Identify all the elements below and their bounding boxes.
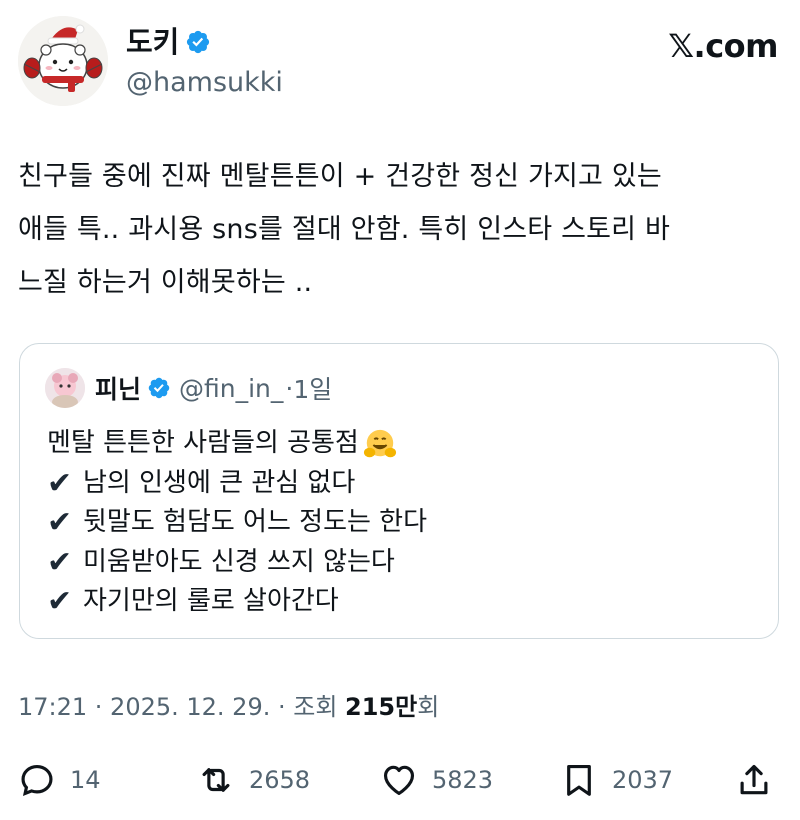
comment-icon <box>21 764 53 796</box>
character-avatar-icon <box>45 368 85 408</box>
author-display-name[interactable]: 도키 <box>126 24 179 60</box>
quote-item-text: 뒷말도 험담도 어느 정도는 한다 <box>83 507 428 537</box>
like-button[interactable]: 5823 <box>380 755 493 805</box>
quote-title-line: 멘탈 튼튼한 사람들의 공통점 <box>47 424 767 464</box>
quote-display-name[interactable]: 피닌 <box>95 370 141 406</box>
quote-body: 멘탈 튼튼한 사람들의 공통점 ✔ 남의 인생에 큰 관심 없다 ✔ 뒷말도 험… <box>47 424 767 622</box>
quote-header: 피닌 @fin_in_ · 1일 <box>95 368 332 408</box>
share-icon <box>740 764 768 795</box>
verified-badge-icon <box>187 30 210 54</box>
tweet-timestamp[interactable]: 17:21 · 2025. 12. 29. · 조회 <box>18 693 345 721</box>
quote-list-item: ✔ 미움받아도 신경 쓰지 않는다 <box>47 543 767 583</box>
checkmark-icon: ✔ <box>47 505 73 540</box>
tweet-metadata: 17:21 · 2025. 12. 29. · 조회 215만회 <box>18 690 439 724</box>
quote-list-item: ✔ 남의 인생에 큰 관심 없다 <box>47 464 767 504</box>
quote-item-text: 미움받아도 신경 쓰지 않는다 <box>83 546 395 577</box>
quote-timestamp[interactable]: 1일 <box>293 370 332 406</box>
hugging-face-emoji <box>363 429 396 457</box>
action-bar: 14 2658 5823 2037 <box>0 755 800 805</box>
verified-badge-icon <box>148 377 170 399</box>
quote-list-item: ✔ 뒷말도 험담도 어느 정도는 한다 <box>47 503 767 543</box>
view-count-suffix: 회 <box>417 693 440 721</box>
tweet-text: 친구들 중에 진짜 멘탈튼튼이 + 건강한 정신 가지고 있는 애들 특.. 과… <box>18 161 671 298</box>
bookmark-icon <box>567 764 591 796</box>
quote-title: 멘탈 튼튼한 사람들의 공통점 <box>47 428 359 458</box>
share-button[interactable] <box>735 755 773 805</box>
view-count: 215만 <box>345 693 418 721</box>
quote-author-avatar[interactable] <box>45 368 85 408</box>
quote-list-item: ✔ 자기만의 룰로 살아간다 <box>47 582 767 622</box>
author-avatar[interactable] <box>18 16 108 106</box>
checkmark-icon: ✔ <box>47 544 73 580</box>
author-name-row: 도키 <box>126 24 211 60</box>
tweet-header: 도키 @hamsukki 𝕏.com <box>18 16 782 106</box>
author-handle[interactable]: @hamsukki <box>126 66 283 100</box>
x-com-logo: 𝕏.com <box>668 27 778 65</box>
quoted-tweet[interactable]: 피닌 @fin_in_ · 1일 멘탈 튼튼한 사람들의 공통점 ✔ 남의 인생… <box>19 343 779 639</box>
quote-handle[interactable]: @fin_in_ <box>179 374 283 403</box>
repost-count: 2658 <box>249 766 311 794</box>
quote-item-text: 남의 인생에 큰 관심 없다 <box>83 467 356 498</box>
like-count: 5823 <box>432 766 494 794</box>
quote-item-text: 자기만의 룰로 살아간다 <box>83 586 339 616</box>
heart-icon <box>383 765 415 796</box>
reply-count: 14 <box>70 766 101 794</box>
hamster-santa-avatar-icon <box>18 16 108 106</box>
reply-button[interactable]: 14 <box>18 755 101 805</box>
bookmark-button[interactable]: 2037 <box>560 755 673 805</box>
bookmark-count: 2037 <box>612 766 674 794</box>
repost-icon <box>202 768 230 792</box>
checkmark-icon: ✔ <box>47 584 73 619</box>
checkmark-icon: ✔ <box>47 465 73 501</box>
quote-separator: · <box>285 373 294 403</box>
repost-button[interactable]: 2658 <box>197 755 310 805</box>
